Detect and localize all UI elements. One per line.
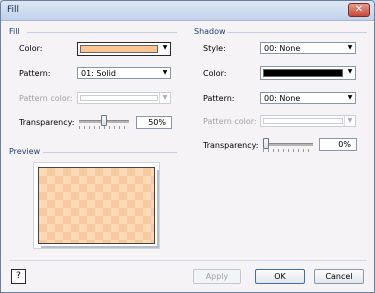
chevron-down-icon: ▼	[344, 116, 355, 126]
shadow-pattern-color-swatch	[263, 118, 343, 124]
apply-button[interactable]: Apply	[193, 269, 241, 284]
shadow-transparency-track[interactable]	[263, 143, 313, 146]
shadow-section-title: Shadow	[194, 27, 226, 36]
preview-section-title: Preview	[9, 147, 41, 156]
fill-transparency-slider-thumb[interactable]	[101, 115, 107, 126]
close-icon: ✕	[354, 4, 364, 15]
shadow-color-swatch	[263, 69, 343, 77]
help-button[interactable]: ?	[11, 269, 26, 284]
chevron-down-icon: ▼	[159, 93, 170, 103]
fill-transparency-input[interactable]: 50%	[136, 116, 172, 129]
fill-pattern-value: 01: Solid	[81, 69, 116, 78]
chevron-down-icon: ▼	[162, 44, 168, 51]
window-title: Fill	[7, 5, 20, 15]
fill-pattern-color-dropdown[interactable]: ▼	[77, 92, 171, 104]
chevron-down-icon: ▼	[162, 69, 168, 76]
chevron-down-icon: ▼	[347, 94, 353, 101]
fill-section-divider	[27, 32, 177, 33]
help-icon: ?	[16, 271, 21, 281]
shadow-transparency-label: Transparency:	[203, 141, 259, 150]
cancel-button[interactable]: Cancel	[314, 269, 364, 284]
shadow-pattern-label: Pattern:	[203, 94, 235, 103]
bottom-divider	[9, 260, 367, 261]
shadow-transparency-slider-thumb[interactable]	[263, 138, 269, 149]
fill-pattern-label: Pattern:	[19, 69, 51, 78]
chevron-down-icon: ▼	[347, 68, 353, 75]
fill-transparency-ticks	[79, 126, 129, 129]
shadow-pattern-color-label: Pattern color:	[203, 117, 257, 126]
preview-shadow-right	[157, 170, 159, 246]
shadow-style-label: Style:	[203, 44, 226, 53]
fill-dialog: Fill ✕ Fill Color: ▼ Pattern: 01: Solid …	[0, 0, 375, 293]
shadow-pattern-color-dropdown[interactable]: ▼	[260, 115, 356, 127]
chevron-down-icon: ▼	[347, 44, 353, 51]
preview-section-divider	[43, 152, 177, 153]
preview-fill	[38, 167, 155, 244]
preview-box	[33, 162, 160, 249]
fill-color-label: Color:	[19, 44, 43, 53]
fill-color-dropdown[interactable]: ▼	[77, 42, 171, 56]
fill-color-swatch	[80, 45, 158, 53]
shadow-pattern-dropdown[interactable]: 00: None ▼	[260, 92, 356, 104]
shadow-color-label: Color:	[203, 69, 227, 78]
close-button[interactable]: ✕	[348, 3, 370, 17]
fill-pattern-dropdown[interactable]: 01: Solid ▼	[77, 67, 171, 79]
preview-shadow-bottom	[41, 246, 159, 248]
shadow-style-dropdown[interactable]: 00: None ▼	[260, 42, 356, 54]
shadow-color-dropdown[interactable]: ▼	[260, 66, 356, 80]
shadow-transparency-ticks	[263, 149, 313, 152]
ok-button[interactable]: OK	[255, 269, 305, 284]
title-bar: Fill ✕	[1, 1, 374, 21]
shadow-pattern-value: 00: None	[264, 94, 301, 103]
fill-pattern-color-label: Pattern color:	[19, 94, 73, 103]
shadow-style-value: 00: None	[264, 44, 301, 53]
shadow-transparency-input[interactable]: 0%	[319, 138, 357, 151]
fill-section-title: Fill	[9, 27, 20, 36]
shadow-section-divider	[227, 32, 367, 33]
fill-pattern-color-swatch	[80, 95, 158, 101]
fill-transparency-label: Transparency:	[19, 118, 75, 127]
